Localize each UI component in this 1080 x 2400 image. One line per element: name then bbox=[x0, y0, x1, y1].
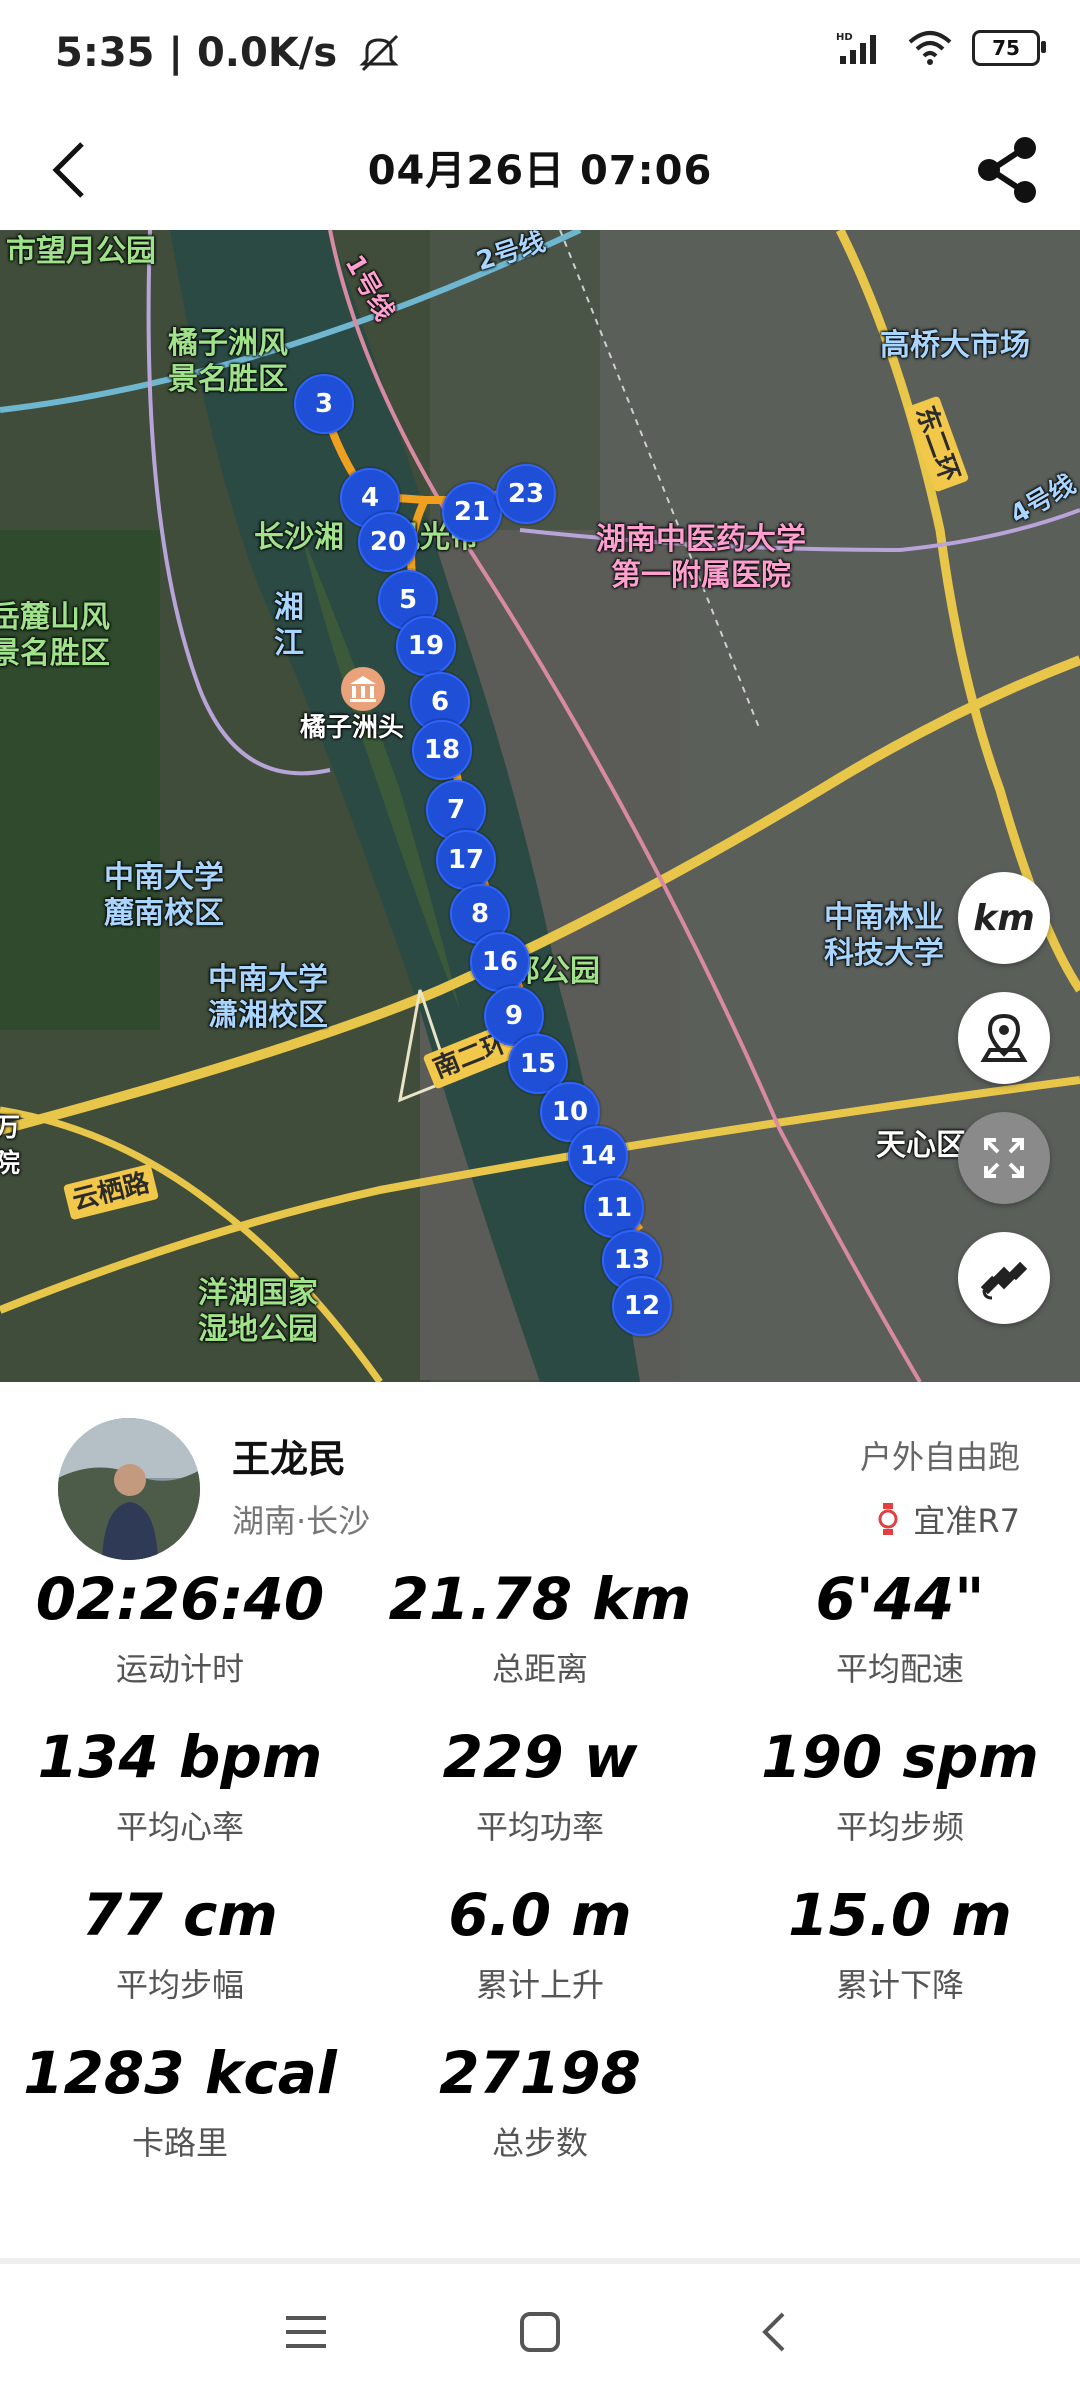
location-button[interactable] bbox=[958, 992, 1050, 1084]
signal-icon: HD bbox=[836, 32, 876, 64]
stat-stride: 77 cm 平均步幅 bbox=[0, 1880, 360, 2006]
stat-label: 平均功率 bbox=[475, 1808, 604, 1846]
stat-cadence: 190 spm 平均步频 bbox=[720, 1722, 1080, 1848]
map-label: 中南林业 科技大学 bbox=[824, 900, 944, 971]
satellite-layer-button[interactable] bbox=[958, 1232, 1050, 1324]
map-label: 中南大学 麓南校区 bbox=[104, 860, 224, 931]
stat-pace: 6'44" 平均配速 bbox=[720, 1564, 1080, 1690]
map-label: 橘子洲风 景名胜区 bbox=[168, 326, 288, 397]
stat-value: 134 bpm bbox=[37, 1723, 323, 1791]
stat-value: 15.0 m bbox=[788, 1881, 1012, 1949]
km-marker: 21 bbox=[442, 482, 502, 542]
stat-distance: 21.78 km 总距离 bbox=[360, 1564, 720, 1690]
stat-value: 229 w bbox=[442, 1723, 638, 1791]
stat-heart-rate: 134 bpm 平均心率 bbox=[0, 1722, 360, 1848]
fullscreen-button[interactable] bbox=[958, 1112, 1050, 1204]
stat-ascent: 6.0 m 累计上升 bbox=[360, 1880, 720, 2006]
stat-value: 6'44" bbox=[815, 1565, 985, 1633]
stat-value: 77 cm bbox=[82, 1881, 278, 1949]
expand-icon bbox=[984, 1138, 1024, 1178]
unit-label: km bbox=[973, 897, 1035, 939]
home-square-icon bbox=[520, 2312, 560, 2352]
stat-power: 229 w 平均功率 bbox=[360, 1722, 720, 1848]
map-label: 万 院 bbox=[0, 1113, 21, 1179]
page-title: 04月26日 07:06 bbox=[367, 148, 713, 194]
svg-text:HD: HD bbox=[836, 32, 853, 43]
stat-value: 02:26:40 bbox=[35, 1565, 325, 1633]
location-pin-icon bbox=[980, 1013, 1028, 1062]
avatar[interactable] bbox=[58, 1418, 200, 1560]
stat-label: 运动计时 bbox=[115, 1650, 244, 1688]
sport-type: 户外自由跑 bbox=[859, 1438, 1020, 1476]
stat-value: 190 spm bbox=[761, 1723, 1039, 1791]
map-label: 湘 江 bbox=[274, 590, 304, 661]
system-back-button[interactable] bbox=[734, 2302, 814, 2362]
back-chevron-icon bbox=[762, 2312, 785, 2352]
battery-level: 75 bbox=[992, 36, 1020, 60]
stat-label: 平均步幅 bbox=[115, 1966, 244, 2004]
device-info: 宜准R7 bbox=[877, 1496, 1020, 1542]
km-marker: 3 bbox=[294, 374, 354, 434]
landmark-icon bbox=[341, 667, 385, 711]
stat-value: 6.0 m bbox=[448, 1881, 632, 1949]
km-marker: 19 bbox=[396, 616, 456, 676]
menu-icon bbox=[286, 2316, 326, 2348]
km-marker: 14 bbox=[568, 1126, 628, 1186]
watch-icon bbox=[878, 1503, 898, 1535]
stat-label: 平均步频 bbox=[835, 1808, 964, 1846]
stat-label: 累计下降 bbox=[835, 1966, 964, 2004]
system-nav-bar bbox=[0, 2264, 1080, 2400]
map-label: 岳麓山风 景名胜区 bbox=[0, 600, 110, 671]
route-map[interactable]: 市望月公园 橘子洲风 景名胜区 长沙湘 风光带 湘 江 橘子洲头 湖南中医药大学… bbox=[0, 230, 1080, 1382]
km-marker: 12 bbox=[612, 1276, 672, 1336]
map-label: 天心区 bbox=[876, 1128, 966, 1163]
stat-descent: 15.0 m 累计下降 bbox=[720, 1880, 1080, 2006]
map-label: 洋湖国家 湿地公园 bbox=[198, 1276, 318, 1347]
map-label: 橘子洲头 bbox=[300, 713, 405, 743]
device-name: 宜准R7 bbox=[913, 1502, 1020, 1540]
km-marker: 16 bbox=[470, 932, 530, 992]
km-marker: 11 bbox=[584, 1178, 644, 1238]
wifi-icon bbox=[908, 31, 952, 65]
mute-icon bbox=[359, 34, 399, 72]
avatar-image bbox=[58, 1418, 200, 1560]
user-location: 湖南·长沙 bbox=[232, 1502, 371, 1540]
map-label: 长沙湘 bbox=[254, 520, 344, 555]
status-time: 5:35 | 0.0K/s bbox=[55, 30, 401, 76]
status-time-text: 5:35 | 0.0K/s bbox=[55, 30, 338, 76]
stat-duration: 02:26:40 运动计时 bbox=[0, 1564, 360, 1690]
km-marker: 17 bbox=[436, 830, 496, 890]
stat-calories: 1283 kcal 卡路里 bbox=[0, 2038, 360, 2164]
stat-label: 累计上升 bbox=[475, 1966, 604, 2004]
map-label: 市望月公园 bbox=[6, 234, 156, 269]
km-marker: 23 bbox=[496, 464, 556, 524]
status-icons: HD 75 bbox=[836, 30, 1046, 66]
home-button[interactable] bbox=[500, 2302, 580, 2362]
km-marker: 18 bbox=[412, 720, 472, 780]
satellite-icon bbox=[980, 1261, 1028, 1300]
map-label: 高桥大市场 bbox=[880, 328, 1030, 363]
map-label: 湖南中医药大学 第一附属医院 bbox=[596, 522, 806, 593]
share-button[interactable] bbox=[966, 128, 1050, 212]
stat-steps: 27198 总步数 bbox=[360, 2038, 720, 2164]
share-icon bbox=[978, 137, 1036, 203]
km-marker: 20 bbox=[358, 512, 418, 572]
user-name: 王龙民 bbox=[232, 1437, 347, 1481]
stat-value: 1283 kcal bbox=[23, 2039, 337, 2107]
stat-label: 总步数 bbox=[491, 2124, 588, 2162]
stat-value: 21.78 km bbox=[388, 1565, 692, 1633]
stat-label: 平均心率 bbox=[115, 1808, 244, 1846]
status-bar: 5:35 | 0.0K/s HD 75 bbox=[0, 0, 1080, 110]
unit-toggle-button[interactable]: km bbox=[958, 872, 1050, 964]
stat-label: 平均配速 bbox=[835, 1650, 964, 1688]
map-label: 中南大学 潇湘校区 bbox=[208, 962, 328, 1033]
stat-label: 卡路里 bbox=[131, 2124, 228, 2162]
header: 04月26日 07:06 bbox=[0, 110, 1080, 230]
stat-value: 27198 bbox=[439, 2039, 641, 2107]
recent-apps-button[interactable] bbox=[266, 2302, 346, 2362]
battery-icon: 75 bbox=[972, 30, 1046, 66]
stat-label: 总距离 bbox=[491, 1650, 588, 1688]
